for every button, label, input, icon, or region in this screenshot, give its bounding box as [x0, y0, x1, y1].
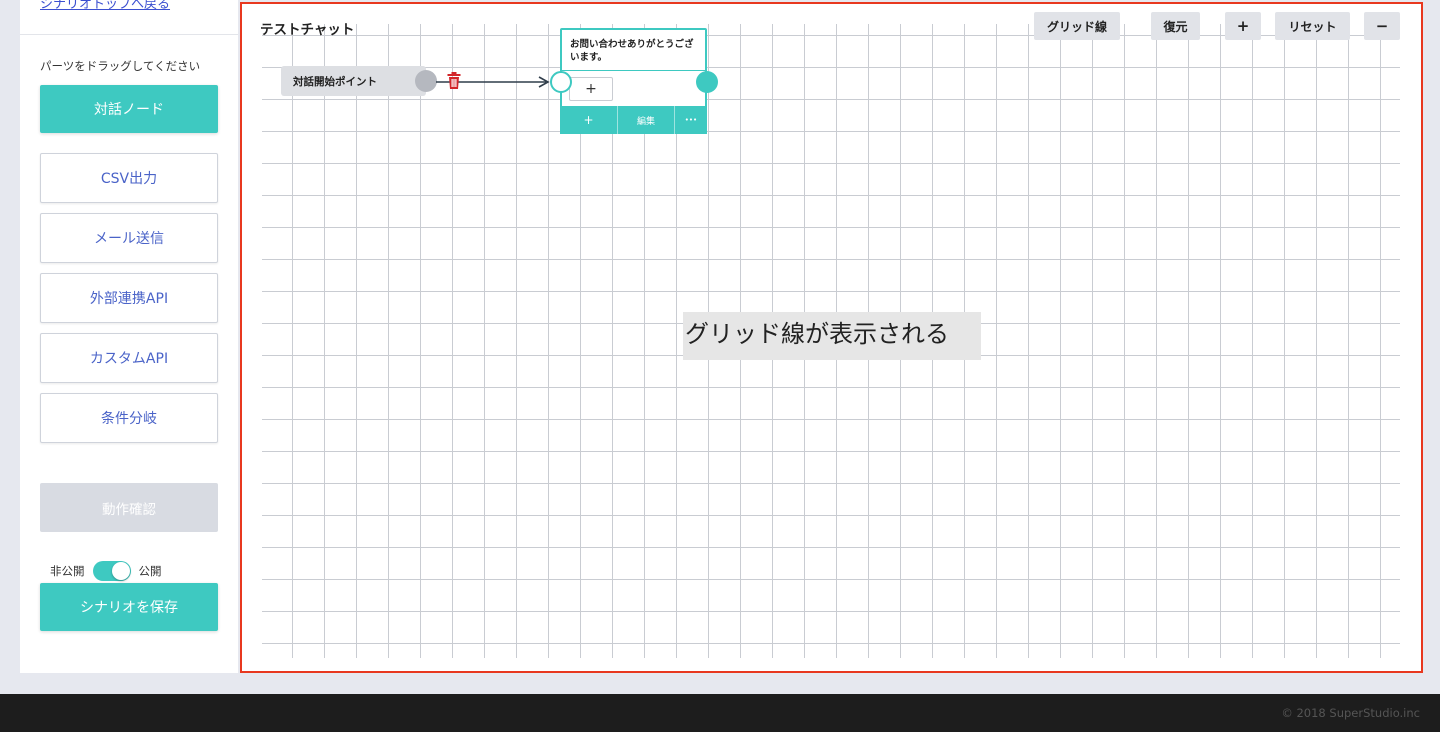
start-node[interactable]: 対話開始ポイント — [281, 66, 426, 96]
part-custom-api[interactable]: カスタムAPI — [40, 333, 218, 383]
copyright: © 2018 SuperStudio.inc — [1281, 706, 1420, 720]
trash-icon[interactable] — [447, 72, 461, 90]
footer: © 2018 SuperStudio.inc — [0, 694, 1440, 732]
dialog-node-input-port[interactable] — [550, 71, 572, 93]
back-to-scenario-top-link[interactable]: シナリオトップへ戻る — [40, 0, 200, 12]
dialog-node-output-port[interactable] — [696, 71, 718, 93]
publish-toggle-row: 非公開 公開 — [50, 560, 162, 582]
publish-toggle[interactable] — [92, 561, 131, 581]
part-dialog-node[interactable]: 対話ノード — [40, 85, 218, 133]
dialog-node-text: お問い合わせありがとうございます。 — [570, 39, 694, 63]
dialog-node[interactable]: お問い合わせありがとうございます。 + + 編集 ••• — [560, 28, 707, 134]
part-csv-output[interactable]: CSV出力 — [40, 153, 218, 203]
dialog-more-button[interactable]: ••• — [675, 106, 707, 134]
restore-button[interactable]: 復元 — [1151, 12, 1200, 40]
toggle-knob — [111, 562, 130, 580]
verify-button[interactable]: 動作確認 — [40, 483, 218, 532]
grid-toggle-button[interactable]: グリッド線 — [1034, 12, 1120, 40]
drag-hint: パーツをドラッグしてください — [40, 59, 201, 73]
dialog-node-footer: + 編集 ••• — [560, 106, 707, 134]
start-node-output-port[interactable] — [415, 70, 437, 92]
dialog-node-divider — [562, 70, 705, 71]
private-label: 非公開 — [50, 564, 85, 578]
grid-caption: グリッド線が表示される — [683, 312, 981, 360]
dialog-footer-add-button[interactable]: + — [560, 106, 618, 134]
reset-button[interactable]: リセット — [1275, 12, 1350, 40]
part-external-api[interactable]: 外部連携API — [40, 273, 218, 323]
zoom-out-button[interactable]: − — [1364, 12, 1400, 40]
chat-title: テストチャット — [260, 22, 355, 38]
public-label: 公開 — [138, 564, 162, 578]
zoom-in-button[interactable]: + — [1225, 12, 1261, 40]
part-mail-send[interactable]: メール送信 — [40, 213, 218, 263]
flow-editor: テストチャット グリッド線 復元 + リセット − 対話開始ポイント お問い合わ… — [240, 2, 1423, 673]
save-scenario-button[interactable]: シナリオを保存 — [40, 583, 218, 631]
part-condition-branch[interactable]: 条件分岐 — [40, 393, 218, 443]
dialog-add-choice-button[interactable]: + — [569, 77, 613, 101]
sidebar-divider — [20, 34, 238, 35]
dialog-edit-button[interactable]: 編集 — [618, 106, 675, 134]
